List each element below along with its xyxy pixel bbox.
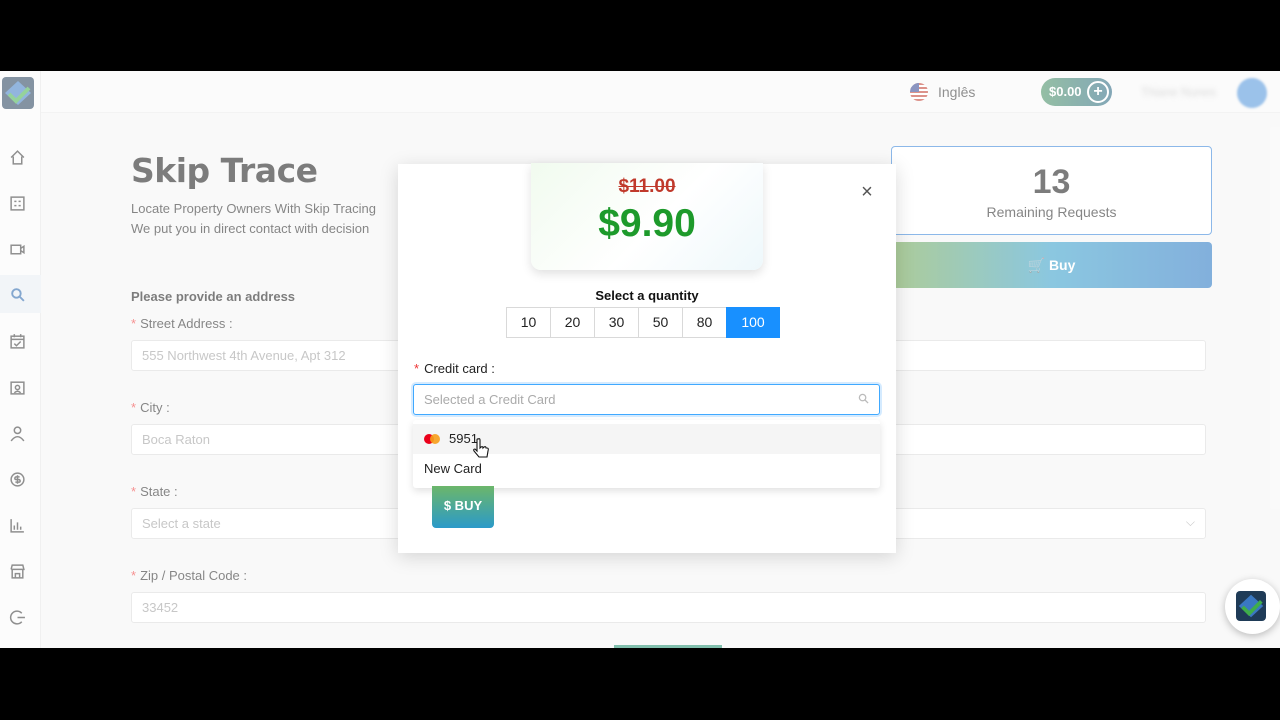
app-window: Inglês $0.00 + Thiane Nunes Skip Trace L… [0,71,1280,648]
card-option-label: New Card [424,461,482,476]
quantity-option-30[interactable]: 30 [594,307,639,338]
purchase-modal: $11.00 $9.90 × Select a quantity 10 20 3… [398,163,896,553]
credit-card-label: * Credit card : [414,361,495,376]
new-price: $9.90 [598,202,696,245]
chat-logo-icon [1236,591,1266,621]
letterbox-top [0,0,1280,71]
quantity-option-100[interactable]: 100 [726,307,780,338]
quantity-option-50[interactable]: 50 [638,307,683,338]
mastercard-icon [424,434,441,444]
search-icon [858,393,869,404]
hand-cursor-icon [473,438,489,458]
quantity-selector: 10 20 30 50 80 100 [506,307,780,338]
old-price: $11.00 [618,176,676,197]
credit-card-select[interactable]: Selected a Credit Card [413,384,880,415]
credit-card-placeholder: Selected a Credit Card [424,392,556,407]
chat-widget-button[interactable] [1225,579,1280,634]
letterbox-bottom [0,648,1280,720]
quantity-option-80[interactable]: 80 [682,307,727,338]
price-card: $11.00 $9.90 [531,163,763,270]
quantity-option-10[interactable]: 10 [506,307,551,338]
quantity-title: Select a quantity [595,288,699,303]
buy-button[interactable]: $ BUY [432,486,494,528]
quantity-option-20[interactable]: 20 [550,307,595,338]
close-icon[interactable]: × [859,182,875,202]
